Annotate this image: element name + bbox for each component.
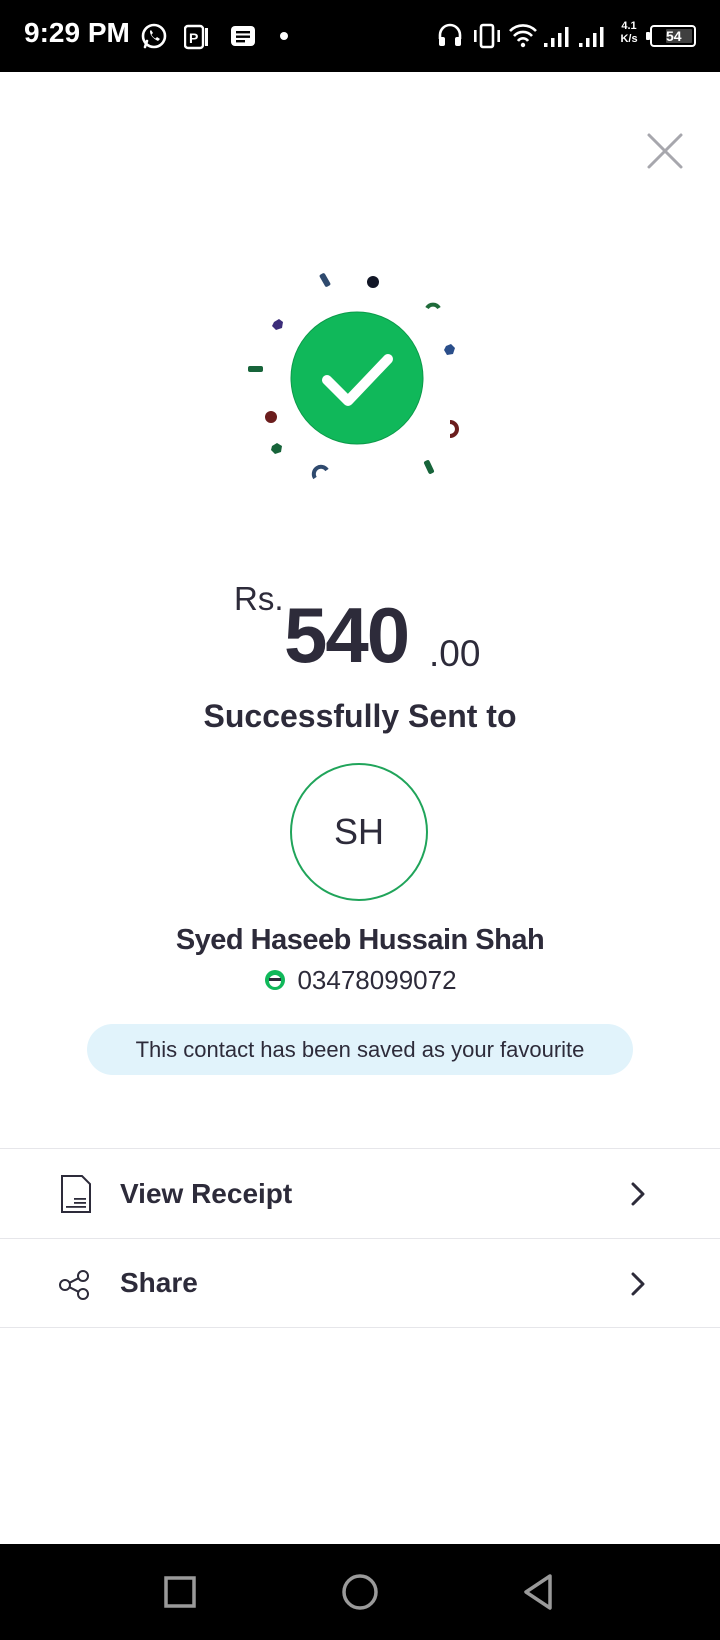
svg-text:P: P: [189, 30, 198, 46]
view-receipt-label: View Receipt: [120, 1178, 293, 1209]
divider: [0, 1238, 720, 1239]
status-message: Successfully Sent to: [203, 698, 517, 734]
share-label: Share: [120, 1267, 198, 1298]
success-checkmark-icon: [248, 273, 459, 480]
favourite-banner: This contact has been saved as your favo…: [87, 1024, 633, 1075]
amount-currency: Rs.: [234, 580, 284, 617]
message-icon: [231, 26, 255, 46]
navigation-bar: [0, 1544, 720, 1640]
network-speed-unit: K/s: [620, 33, 638, 45]
vibrate-icon: [474, 23, 500, 49]
receipt-icon: [61, 1175, 91, 1213]
battery-level: 54: [666, 28, 682, 44]
status-time: 9:29 PM: [24, 17, 130, 48]
wifi-icon: [509, 24, 537, 48]
headset-icon: [438, 23, 462, 46]
back-button[interactable]: [518, 1568, 558, 1616]
share-button[interactable]: Share: [0, 1240, 720, 1328]
recipient-phone: 03478099072: [297, 964, 457, 995]
recents-button[interactable]: [160, 1568, 200, 1616]
avatar-initials: SH: [333, 811, 384, 852]
transaction-amount: Rs. 540 .00: [0, 580, 720, 680]
chevron-right-icon: [631, 1272, 645, 1296]
view-receipt-button[interactable]: View Receipt: [0, 1150, 720, 1238]
parking-app-icon: P: [184, 24, 208, 50]
home-button[interactable]: [338, 1568, 382, 1616]
chevron-right-icon: [631, 1182, 645, 1206]
divider: [0, 1327, 720, 1328]
whatsapp-icon: [141, 23, 167, 49]
network-speed: 4.1 K/s: [614, 20, 644, 46]
share-icon: [59, 1270, 89, 1300]
amount-whole: 540: [284, 591, 410, 679]
battery-icon: 54: [646, 25, 696, 47]
status-bar: 9:29 PM P 4.1 K/s 54: [0, 0, 720, 72]
divider: [0, 1148, 720, 1149]
amount-decimal: .00: [429, 633, 481, 674]
close-icon: [647, 133, 683, 169]
dot-icon: [280, 32, 288, 40]
avatar: SH: [290, 763, 428, 901]
recipient-name: Syed Haseeb Hussain Shah: [175, 924, 545, 956]
network-speed-value: 4.1: [621, 20, 637, 32]
signal-icon-2: [579, 27, 604, 47]
signal-icon: [544, 27, 569, 47]
close-button[interactable]: [640, 126, 690, 176]
easypaisa-logo-icon: [265, 970, 286, 990]
recipient-phone-row: 03478099072: [0, 963, 720, 997]
